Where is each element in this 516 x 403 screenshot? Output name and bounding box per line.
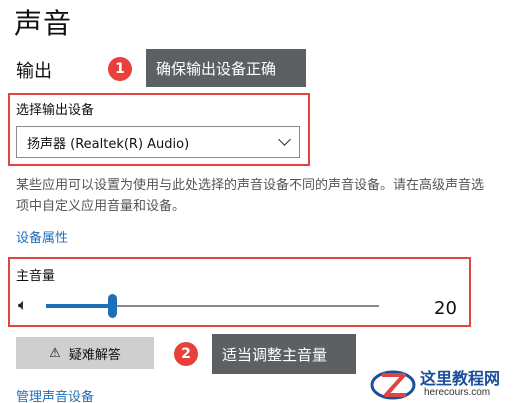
output-device-dropdown[interactable]: 扬声器 (Realtek(R) Audio) [16, 126, 300, 158]
watermark-text: 这里教程网 [420, 369, 501, 388]
volume-slider-thumb[interactable] [108, 294, 118, 318]
manage-sound-devices-link[interactable]: 管理声音设备 [16, 386, 94, 403]
speaker-icon[interactable]: 🔈︎ [18, 297, 28, 313]
troubleshoot-label: 疑难解答 [68, 347, 121, 363]
volume-highlight-frame [8, 257, 471, 327]
output-description: 某些应用可以设置为使用与此处选择的声音设备不同的声音设备。请在高级声音选项中自定… [16, 178, 485, 214]
watermark-logo-icon [370, 370, 416, 400]
device-select-label: 选择输出设备 [16, 103, 95, 118]
watermark: 这里教程网 herecours.com [368, 363, 516, 403]
watermark-url: herecours.com [424, 387, 491, 398]
chevron-down-icon [278, 133, 291, 146]
device-properties-link[interactable]: 设备属性 [16, 227, 68, 246]
page-title: 声音 [14, 7, 73, 40]
callout-number-1: 1 [108, 57, 132, 81]
troubleshoot-button[interactable]: ⚠ 疑难解答 [16, 337, 154, 369]
callout-2: 适当调整主音量 [212, 334, 356, 374]
volume-slider-fill [46, 304, 113, 308]
output-device-value: 扬声器 (Realtek(R) Audio) [27, 136, 190, 152]
warning-icon: ⚠ [49, 345, 61, 361]
callout-1: 确保输出设备正确 [146, 49, 306, 87]
callout-number-2: 2 [174, 342, 198, 366]
master-volume-label: 主音量 [16, 269, 56, 284]
output-heading: 输出 [16, 61, 52, 82]
master-volume-value: 20 [434, 298, 457, 319]
